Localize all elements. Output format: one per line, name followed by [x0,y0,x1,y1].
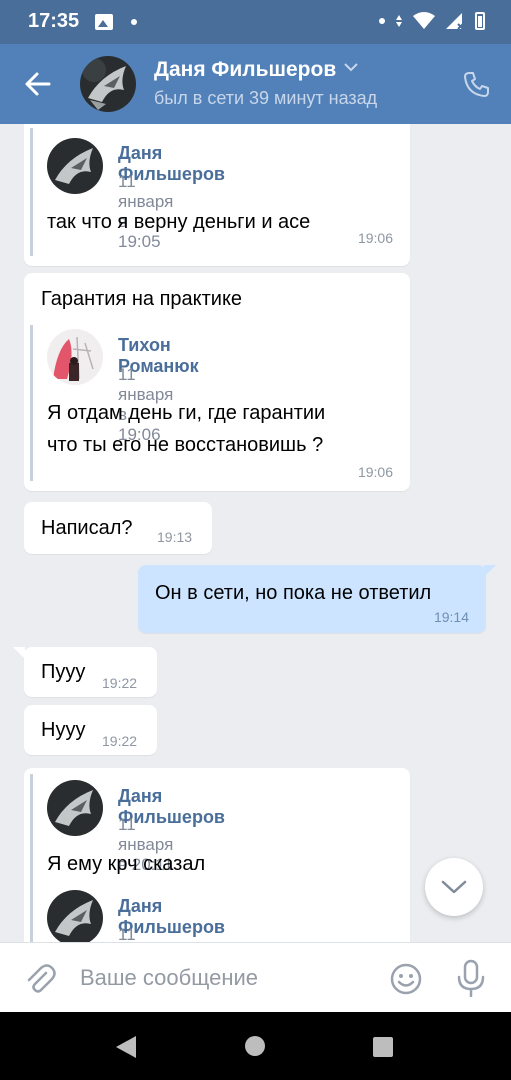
message-text-line: что ты его не восстановишь ? [47,434,324,456]
message-time: 19:06 [357,464,393,480]
message-composer [0,942,511,1012]
battery-icon [475,12,485,30]
microphone-icon[interactable] [456,959,486,997]
back-arrow-icon[interactable] [22,68,54,100]
forwarded-author-avatar[interactable] [47,329,103,385]
message-text: Написал? [41,517,133,539]
forwarded-author-avatar[interactable] [47,138,103,194]
status-time: 17:35 [28,10,80,32]
status-bar: 17:35 [0,0,511,44]
scroll-to-bottom-button[interactable] [425,858,483,916]
status-notification-icons [95,12,137,32]
system-navigation-bar [0,1012,511,1080]
message-bubble-incoming[interactable]: Написал? 19:13 [24,502,212,554]
message-bubble-outgoing[interactable]: Он в сети, но пока не ответил 19:14 [138,565,486,633]
message-text: так что я верну деньги и асе [47,211,311,233]
message-input[interactable] [80,959,370,997]
message-time: 19:22 [102,675,138,691]
notification-dot-icon [131,19,137,25]
gallery-notification-icon [95,14,113,30]
nav-home-icon[interactable] [245,1036,265,1056]
message-text-line: Я отдам день ги, где гарантии [47,402,326,424]
forwarded-date: 11 января в 20:12 [118,925,136,942]
nav-back-icon[interactable] [116,1036,136,1058]
chat-header: Даня Фильшеров был в сети 39 минут назад [0,44,511,124]
incoming-bubble-tail [13,647,25,659]
message-time: 19:14 [433,609,469,625]
paperclip-icon[interactable] [24,963,56,995]
message-time: 19:13 [157,529,193,545]
phone-icon[interactable] [463,70,491,98]
forwarded-message[interactable]: Даня Фильшеров 11 января в 20:11 Я ему к… [30,774,225,942]
last-seen-status: был в сети 39 минут назад [154,88,378,108]
nav-recents-icon[interactable] [373,1037,393,1057]
wifi-icon [413,12,435,29]
cell-signal-icon [446,13,464,30]
message-bubble-incoming[interactable]: Даня Фильшеров 11 января в 19:05 так что… [24,124,410,266]
contact-name-text: Даня Фильшеров [154,58,337,81]
status-system-icons [379,12,485,30]
message-bubble-incoming[interactable]: Пууу 19:22 [24,647,157,697]
message-time: 19:06 [357,230,393,246]
message-text: Я ему крч сказал [47,853,206,875]
message-text: Гарантия на практике [41,288,243,310]
forwarded-message[interactable]: Даня Фильшеров 11 января в 19:05 так что… [30,128,310,256]
chevron-down-icon[interactable] [344,63,358,72]
forwarded-message[interactable]: Тихон Романюк 11 января в 19:06 Я отдам … [30,325,325,481]
forwarded-author-avatar[interactable] [47,890,103,942]
data-arrows-icon [396,15,402,27]
status-dot-icon [379,18,385,24]
outgoing-bubble-tail [484,565,496,577]
forwarded-author-avatar[interactable] [47,780,103,836]
chevron-down-icon [441,880,467,894]
message-bubble-incoming[interactable]: Нууу 19:22 [24,705,157,755]
message-text: Пууу [41,661,86,683]
contact-name[interactable]: Даня Фильшеров [154,58,358,82]
message-time: 19:22 [102,733,138,749]
message-text: Нууу [41,719,86,741]
message-list[interactable]: Даня Фильшеров 11 января в 19:05 так что… [0,124,511,942]
message-bubble-incoming[interactable]: Гарантия на практике Тихон Романюк 11 ян… [24,273,410,491]
message-bubble-incoming[interactable]: Даня Фильшеров 11 января в 20:11 Я ему к… [24,768,410,942]
message-text: Он в сети, но пока не ответил [155,582,432,604]
emoji-icon[interactable] [389,962,423,996]
contact-avatar[interactable] [80,56,136,112]
